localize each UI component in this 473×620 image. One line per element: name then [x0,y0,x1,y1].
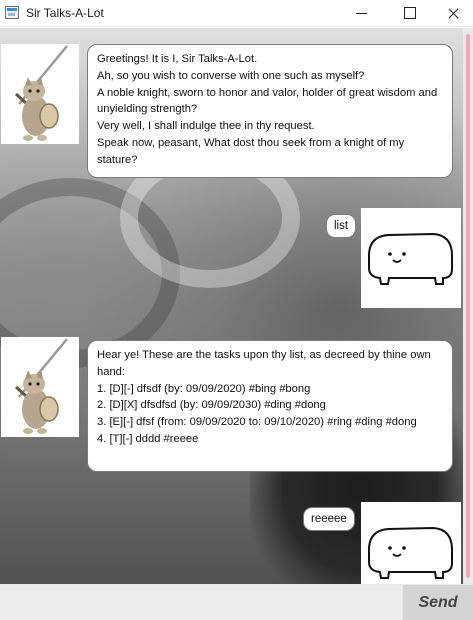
user-message-bubble: list [326,214,357,238]
title-bar: Sir Talks-A-Lot [0,0,473,27]
maximize-icon[interactable] [386,0,432,27]
blob-creature-avatar [361,208,461,308]
close-icon[interactable] [433,0,473,27]
user-message-bubble: reeeee [303,507,355,531]
bot-message-bubble: Hear ye! These are the tasks upon thy li… [87,340,453,472]
bot-message-bubble: Greetings! It is I, Sir Talks-A-Lot. Ah,… [87,44,453,178]
message-input[interactable] [0,585,402,620]
window-title: Sir Talks-A-Lot [26,6,104,20]
knight-cat-avatar [1,337,79,437]
send-button[interactable]: Send [403,585,473,620]
blob-creature-avatar [361,502,461,584]
minimize-icon[interactable] [338,0,384,27]
scrollbar-thumb[interactable] [466,34,470,578]
knight-cat-avatar [1,44,79,144]
window-app-icon [5,6,19,19]
